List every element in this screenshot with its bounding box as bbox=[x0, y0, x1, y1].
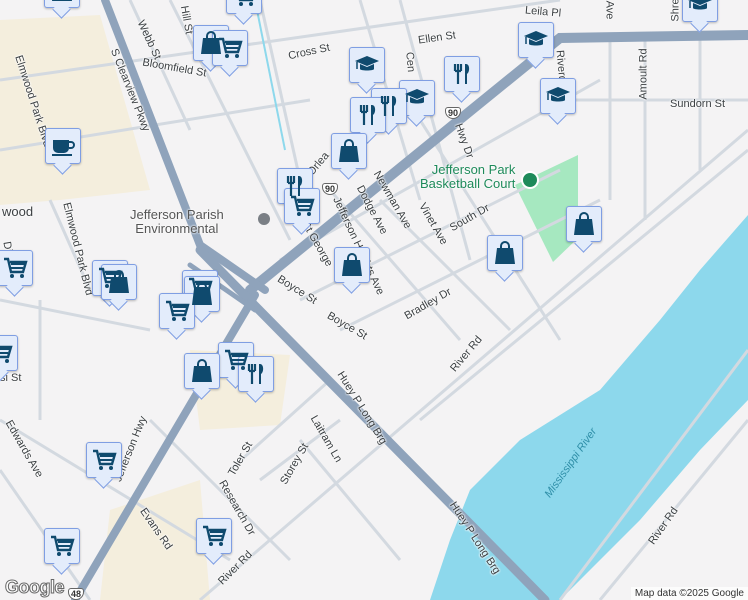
shopping-bag-icon bbox=[192, 282, 212, 305]
place-label: Environmental bbox=[135, 221, 219, 236]
shopping-bag-icon bbox=[109, 270, 129, 293]
shopping-cart-icon bbox=[0, 345, 13, 363]
coffee-marker[interactable] bbox=[45, 128, 81, 164]
coffee-cup-icon bbox=[52, 140, 75, 156]
shopping-bag-icon bbox=[192, 359, 212, 382]
school-marker[interactable] bbox=[518, 22, 554, 58]
bag-marker[interactable] bbox=[101, 264, 137, 300]
cart-marker[interactable] bbox=[86, 442, 122, 478]
graduation-cap-icon bbox=[546, 87, 570, 102]
bag-marker[interactable] bbox=[331, 133, 367, 169]
street-label: Ave bbox=[603, 0, 616, 20]
google-logo: Google bbox=[5, 577, 66, 598]
graduation-cap-icon bbox=[405, 89, 429, 104]
street-label: Shre bbox=[669, 0, 682, 22]
restaurant-icon bbox=[453, 64, 470, 84]
cart-marker[interactable] bbox=[0, 335, 18, 371]
cart-marker[interactable] bbox=[44, 528, 80, 564]
shopping-bag-icon bbox=[339, 139, 359, 162]
bag-marker[interactable] bbox=[487, 235, 523, 271]
street-label: Amoult Rd bbox=[637, 48, 650, 100]
street-label: Sundorn St bbox=[670, 98, 726, 110]
bag-marker[interactable] bbox=[44, 0, 80, 8]
place-jefferson-parish-environmental[interactable]: Jefferson Parish Environmental bbox=[130, 208, 224, 236]
place-label: Jefferson Parish bbox=[130, 207, 224, 222]
cart-marker[interactable] bbox=[196, 518, 232, 554]
cart-marker[interactable] bbox=[159, 293, 195, 329]
bag-marker[interactable] bbox=[334, 247, 370, 283]
map-attribution[interactable]: Map data ©2025 Google bbox=[630, 587, 748, 600]
restaurant-icon bbox=[247, 364, 264, 384]
shopping-cart-icon bbox=[291, 195, 315, 216]
cart-marker[interactable] bbox=[226, 0, 262, 14]
park-pin-icon[interactable] bbox=[521, 171, 539, 189]
cart-marker[interactable] bbox=[284, 188, 320, 224]
place-label: Jefferson Park bbox=[431, 162, 516, 177]
school-marker[interactable] bbox=[349, 47, 385, 83]
graduation-cap-icon bbox=[524, 31, 548, 46]
shopping-bag-icon bbox=[495, 241, 515, 264]
shopping-cart-icon bbox=[51, 535, 75, 556]
place-jefferson-park-basketball-court[interactable]: Jefferson Park Basketball Court bbox=[420, 163, 515, 191]
fork-marker[interactable] bbox=[350, 97, 386, 133]
fork-marker[interactable] bbox=[238, 356, 274, 392]
cart-marker[interactable] bbox=[0, 250, 33, 286]
cart-marker[interactable] bbox=[212, 30, 248, 66]
school-marker[interactable] bbox=[540, 78, 576, 114]
shopping-cart-icon bbox=[166, 300, 190, 321]
government-icon bbox=[258, 213, 270, 225]
shopping-cart-icon bbox=[93, 449, 117, 470]
shopping-bag-icon bbox=[574, 212, 594, 235]
shopping-cart-icon bbox=[4, 257, 28, 278]
shopping-cart-icon bbox=[203, 525, 227, 546]
restaurant-icon bbox=[359, 105, 376, 125]
bag-marker[interactable] bbox=[566, 206, 602, 242]
shopping-bag-icon bbox=[342, 253, 362, 276]
shopping-bag-icon bbox=[52, 0, 72, 1]
bag-marker[interactable] bbox=[184, 353, 220, 389]
fork-marker[interactable] bbox=[444, 56, 480, 92]
shopping-cart-icon bbox=[219, 37, 243, 58]
graduation-cap-icon bbox=[688, 0, 712, 10]
school-marker[interactable] bbox=[399, 80, 435, 116]
street-label: Cen bbox=[403, 51, 417, 73]
street-label: wood bbox=[2, 204, 34, 219]
place-label: Basketball Court bbox=[420, 176, 516, 191]
school-marker[interactable] bbox=[682, 0, 718, 22]
shopping-cart-icon bbox=[238, 0, 254, 6]
graduation-cap-icon bbox=[355, 56, 379, 71]
